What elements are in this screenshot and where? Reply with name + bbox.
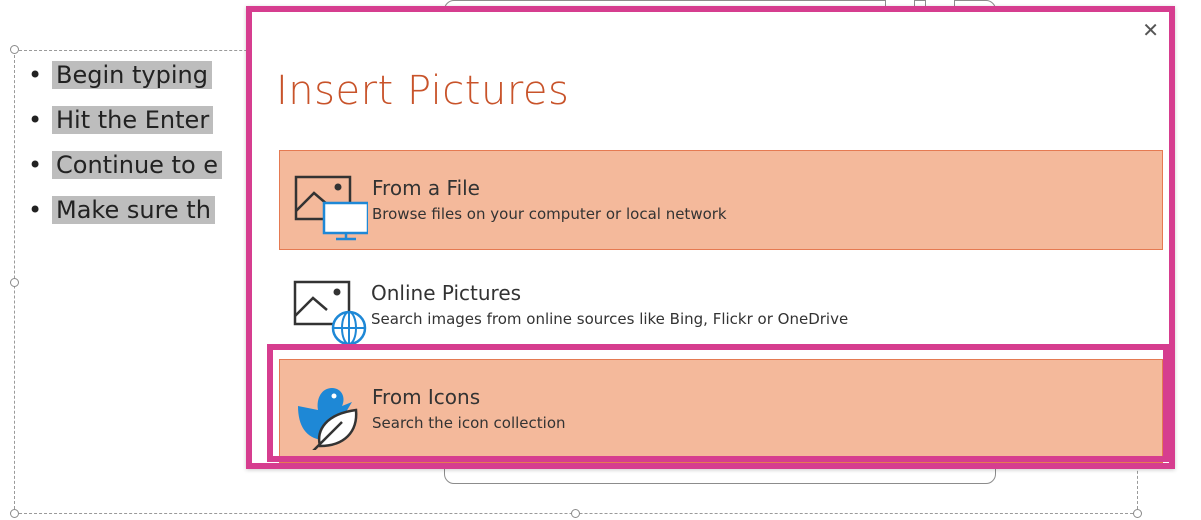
- option-description: Browse files on your computer or local n…: [372, 205, 727, 223]
- insert-pictures-dialog: ✕ Insert Pictures From a File Browse fil…: [246, 6, 1175, 469]
- resize-handle-top-left[interactable]: [10, 45, 19, 54]
- bullet-text: Hit the Enter: [52, 106, 214, 134]
- option-title: From Icons: [372, 385, 481, 409]
- dialog-title: Insert Pictures: [276, 68, 570, 114]
- option-title: From a File: [372, 176, 480, 200]
- option-description: Search the icon collection: [372, 414, 566, 432]
- bullet-item: • Make sure th: [28, 193, 222, 227]
- resize-handle-bottom-left[interactable]: [10, 509, 19, 518]
- picture-globe-icon: [293, 280, 367, 346]
- bullet-item: • Continue to e: [28, 148, 223, 182]
- from-a-file-option[interactable]: From a File Browse files on your compute…: [279, 150, 1163, 250]
- online-pictures-option[interactable]: Online Pictures Search images from onlin…: [279, 256, 1163, 356]
- picture-computer-icon: [294, 175, 368, 241]
- resize-handle-bottom-center[interactable]: [571, 509, 580, 518]
- from-icons-option[interactable]: From Icons Search the icon collection: [279, 359, 1163, 463]
- bullet-text: Continue to e: [52, 151, 223, 179]
- bullet-text: Make sure th: [52, 196, 215, 224]
- bird-leaf-icon: [298, 388, 358, 450]
- bullet-list: • Begin typing • Hit the Enter • Continue t…: [28, 58, 223, 238]
- close-button[interactable]: ✕: [1142, 20, 1159, 40]
- option-description: Search images from online sources like B…: [371, 310, 849, 328]
- bullet-text: Begin typing: [52, 61, 212, 89]
- bullet-item: • Begin typing: [28, 58, 222, 92]
- resize-handle-bottom-right[interactable]: [1133, 509, 1142, 518]
- resize-handle-middle-left[interactable]: [10, 278, 19, 287]
- option-title: Online Pictures: [371, 281, 522, 305]
- bullet-item: • Hit the Enter: [28, 103, 222, 137]
